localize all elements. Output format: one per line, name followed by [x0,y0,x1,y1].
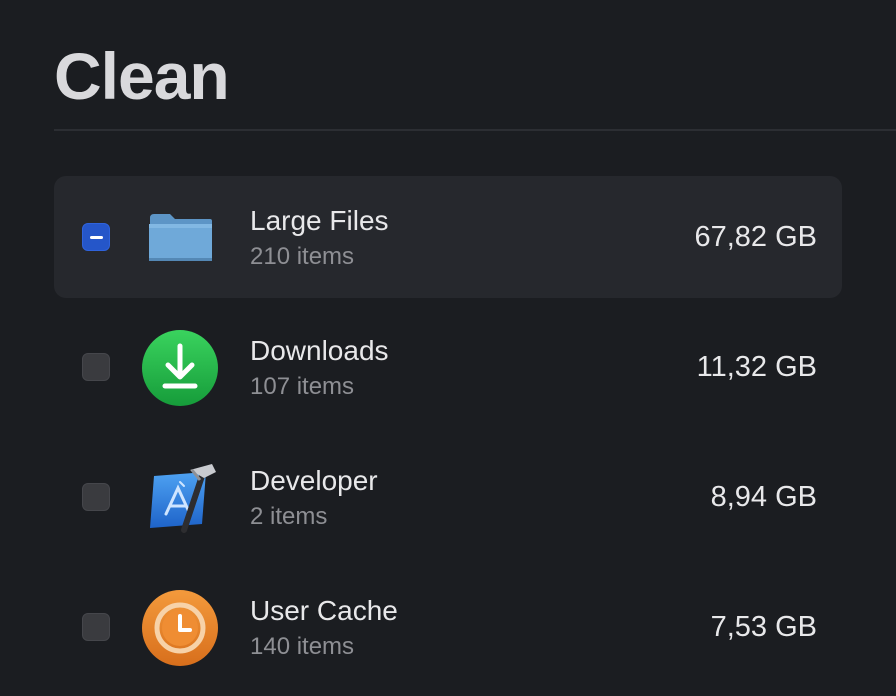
list-item-developer[interactable]: Developer 2 items 8,94 GB [54,436,842,558]
list-item-large-files[interactable]: Large Files 210 items 67,82 GB [54,176,842,298]
developer-size: 8,94 GB [710,481,817,513]
downloads-checkbox[interactable] [82,353,110,381]
large-files-label: Large Files [250,205,389,236]
downloads-label: Downloads [250,335,389,366]
clock-icon [140,588,220,668]
clean-category-list: Large Files 210 items 67,82 GB Downloads… [54,176,842,696]
large-files-count: 210 items [250,243,355,270]
download-icon [140,328,220,408]
page-title: Clean [54,39,230,113]
folder-icon [140,198,220,278]
downloads-size: 11,32 GB [696,351,817,383]
large-files-size: 67,82 GB [694,221,817,253]
developer-label: Developer [250,465,378,496]
downloads-count: 107 items [250,373,355,400]
user-cache-count: 140 items [250,633,355,660]
large-files-checkbox[interactable] [82,223,110,251]
xcode-icon [140,458,220,538]
developer-checkbox[interactable] [82,483,110,511]
developer-count: 2 items [250,503,328,530]
user-cache-size: 7,53 GB [710,611,817,643]
user-cache-checkbox[interactable] [82,613,110,641]
user-cache-label: User Cache [250,595,398,626]
clean-window: Clean Large Files 210 items 67,82 GB Dow… [0,0,896,696]
list-item-downloads[interactable]: Downloads 107 items 11,32 GB [54,306,842,428]
title-divider [54,129,896,131]
list-item-user-cache[interactable]: User Cache 140 items 7,53 GB [54,566,842,688]
